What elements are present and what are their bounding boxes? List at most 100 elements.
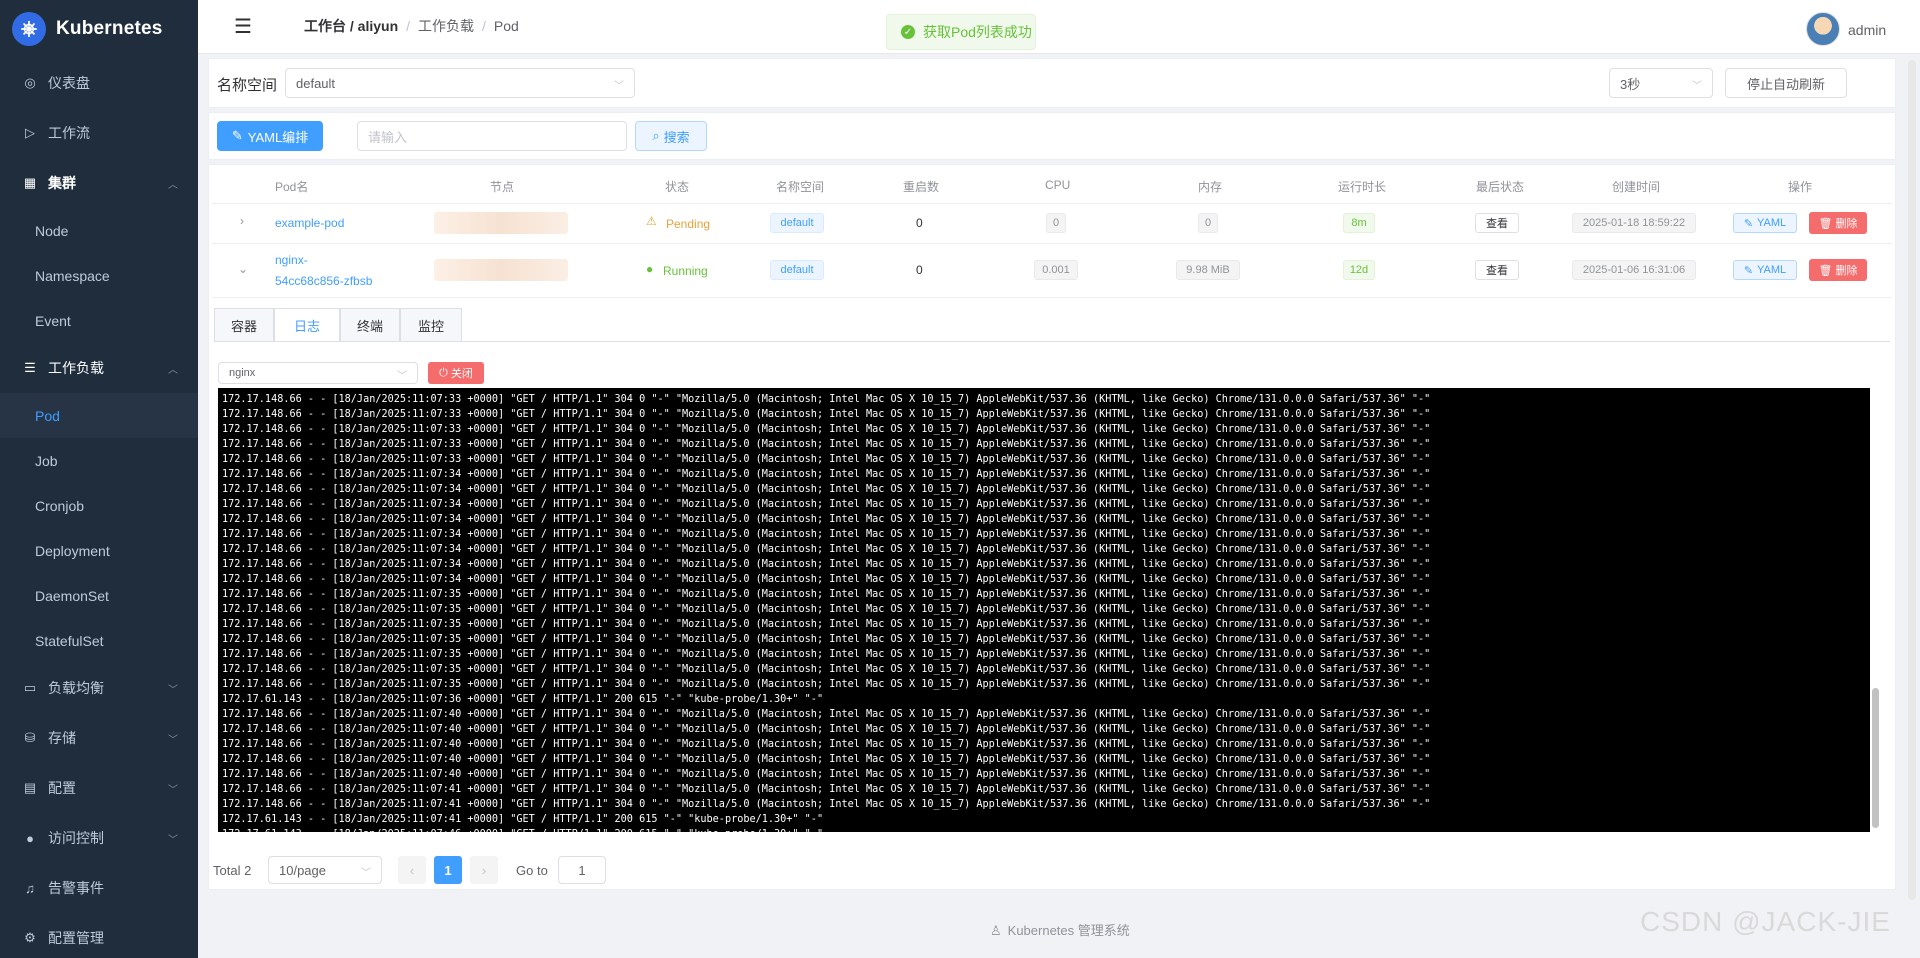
log-line: 172.17.148.66 - - [18/Jan/2025:11:07:41 … xyxy=(222,799,1431,810)
log-line: 172.17.148.66 - - [18/Jan/2025:11:07:35 … xyxy=(222,619,1431,630)
delete-label: 删除 xyxy=(1835,265,1858,277)
user-icon: ● xyxy=(26,830,34,846)
prev-page-button[interactable]: ‹ xyxy=(398,856,426,884)
namespace-label: 名称空间 xyxy=(217,77,278,94)
search-icon: ⌕ xyxy=(652,128,660,143)
log-line: 172.17.148.66 - - [18/Jan/2025:11:07:34 … xyxy=(222,484,1431,495)
log-line: 172.17.148.66 - - [18/Jan/2025:11:07:40 … xyxy=(222,739,1431,750)
filter-card: 名称空间 default ﹀ 3秒 ﹀ 停止自动刷新 xyxy=(208,58,1896,108)
sidebar-group-storage[interactable]: ⛁ 存储 ﹀ xyxy=(0,713,198,763)
sidebar-item-config-mgmt[interactable]: ⚙ 配置管理 xyxy=(0,913,198,958)
sidebar-item-statefulset[interactable]: StatefulSet xyxy=(0,618,198,663)
last-state-view-button[interactable]: 查看 xyxy=(1475,213,1519,233)
sidebar-item-dashboard[interactable]: ◎ 仪表盘 xyxy=(0,58,198,108)
yaml-label: YAML xyxy=(1757,264,1787,276)
power-icon: ⏻ xyxy=(439,366,448,379)
delete-button[interactable]: 🗑 删除 xyxy=(1809,259,1867,281)
username[interactable]: admin xyxy=(1848,22,1886,38)
tab-container[interactable]: 容器 xyxy=(214,308,274,342)
breadcrumb-item[interactable]: 工作台 / aliyun xyxy=(304,18,398,34)
tab-terminal[interactable]: 终端 xyxy=(340,308,400,342)
delete-label: 删除 xyxy=(1835,218,1858,230)
hamburger-icon[interactable]: ☰ xyxy=(234,14,252,39)
avatar[interactable] xyxy=(1806,12,1840,46)
log-scrollbar[interactable] xyxy=(1872,688,1879,828)
page-number-button[interactable]: 1 xyxy=(434,856,462,884)
goto-label: Go to xyxy=(516,863,548,878)
yaml-button[interactable]: ✎ YAML xyxy=(1733,213,1797,233)
logo[interactable]: ⎈ Kubernetes xyxy=(0,0,198,58)
log-line: 172.17.148.66 - - [18/Jan/2025:11:07:40 … xyxy=(222,724,1431,735)
log-line: 172.17.148.66 - - [18/Jan/2025:11:07:34 … xyxy=(222,514,1431,525)
bell-icon: ♫ xyxy=(25,880,35,896)
sidebar-item-deployment[interactable]: Deployment xyxy=(0,528,198,573)
breadcrumb-item[interactable]: 工作负载 xyxy=(418,18,474,34)
sidebar-item-event[interactable]: Event xyxy=(0,298,198,343)
sidebar-item-label: 告警事件 xyxy=(48,880,104,896)
top-navbar: ☰ 工作台 / aliyun / 工作负载 / Pod admin xyxy=(198,0,1920,54)
created-time-tag: 2025-01-06 16:31:06 xyxy=(1572,260,1696,280)
expand-row-icon[interactable]: › xyxy=(240,214,244,228)
pod-name-link[interactable]: nginx- xyxy=(275,253,308,267)
refresh-interval-select[interactable]: 3秒 ﹀ xyxy=(1609,68,1713,98)
sidebar-group-loadbalance[interactable]: ▭ 负载均衡 ﹀ xyxy=(0,663,198,713)
watermark: CSDN @JACK-JIE xyxy=(1640,906,1891,937)
column-header: 创建时间 xyxy=(1612,180,1661,194)
log-line: 172.17.148.66 - - [18/Jan/2025:11:07:33 … xyxy=(222,394,1431,405)
sidebar-item-workflow[interactable]: ▷ 工作流 xyxy=(0,108,198,158)
namespace-tag: default xyxy=(770,260,824,280)
log-output[interactable]: 172.17.148.66 - - [18/Jan/2025:11:07:33 … xyxy=(218,388,1870,832)
sidebar-group-config[interactable]: ▤ 配置 ﹀ xyxy=(0,763,198,813)
goto-page-input[interactable]: 1 xyxy=(558,856,606,884)
chevron-down-icon: ﹀ xyxy=(1692,81,1702,92)
pod-name-link[interactable]: example-pod xyxy=(275,216,344,230)
refresh-interval-value: 3秒 xyxy=(1620,76,1641,92)
next-page-button[interactable]: › xyxy=(470,856,498,884)
tab-logs[interactable]: 日志 xyxy=(274,308,340,342)
stop-auto-refresh-button[interactable]: 停止自动刷新 xyxy=(1725,68,1847,98)
sidebar-item-namespace[interactable]: Namespace xyxy=(0,253,198,298)
log-line: 172.17.148.66 - - [18/Jan/2025:11:07:35 … xyxy=(222,589,1431,600)
column-header: CPU xyxy=(1045,178,1071,192)
delete-button[interactable]: 🗑 删除 xyxy=(1809,212,1867,234)
app-name: Kubernetes xyxy=(56,18,163,39)
search-label: 搜索 xyxy=(663,129,690,145)
sidebar-item-label: 存储 xyxy=(48,730,76,746)
namespace-select[interactable]: default ﹀ xyxy=(285,68,635,98)
restart-count: 0 xyxy=(916,216,923,230)
sidebar-item-cronjob[interactable]: Cronjob xyxy=(0,483,198,528)
column-header: 重启数 xyxy=(903,180,940,194)
sidebar-item-label: 集群 xyxy=(48,175,76,191)
sidebar-group-cluster[interactable]: ▦ 集群 ︿ xyxy=(0,158,198,208)
search-input[interactable]: 请输入 xyxy=(357,121,627,151)
sidebar-item-job[interactable]: Job xyxy=(0,438,198,483)
close-log-button[interactable]: ⏻ 关闭 xyxy=(428,362,484,384)
tab-monitor[interactable]: 监控 xyxy=(400,308,462,342)
collapse-row-icon[interactable]: ⌄ xyxy=(238,262,248,276)
column-header: 最后状态 xyxy=(1476,180,1525,194)
sidebar-group-access[interactable]: ● 访问控制 ﹀ xyxy=(0,813,198,863)
yaml-compose-button[interactable]: ✎ YAML编排 xyxy=(217,121,323,151)
container-select-value: nginx xyxy=(229,367,256,379)
cpu-tag: 0 xyxy=(1046,213,1066,233)
pod-status: Running xyxy=(663,264,708,278)
chevron-up-icon: ︿ xyxy=(168,364,178,376)
column-header: 内存 xyxy=(1198,180,1223,194)
page-size-select[interactable]: 10/page ﹀ xyxy=(268,856,382,884)
search-button[interactable]: ⌕ 搜索 xyxy=(635,121,707,151)
pod-name-link[interactable]: 54cc68c856-zfbsb xyxy=(275,274,372,288)
sidebar-group-workload[interactable]: ☰ 工作负载 ︿ xyxy=(0,343,198,393)
container-select[interactable]: nginx ﹀ xyxy=(218,362,418,384)
yaml-button[interactable]: ✎ YAML xyxy=(1733,260,1797,280)
sidebar-item-node[interactable]: Node xyxy=(0,208,198,253)
last-state-view-button[interactable]: 查看 xyxy=(1475,260,1519,280)
log-line: 172.17.148.66 - - [18/Jan/2025:11:07:35 … xyxy=(222,649,1431,660)
column-header: 节点 xyxy=(490,180,515,194)
sidebar-item-pod[interactable]: Pod xyxy=(0,393,198,438)
page-scrollbar[interactable] xyxy=(1908,60,1916,900)
toast-message: 获取Pod列表成功 xyxy=(923,24,1032,40)
column-header: 运行时长 xyxy=(1338,180,1387,194)
sidebar-item-daemonset[interactable]: DaemonSet xyxy=(0,573,198,618)
log-line: 172.17.148.66 - - [18/Jan/2025:11:07:34 … xyxy=(222,529,1431,540)
sidebar-item-alert[interactable]: ♫ 告警事件 xyxy=(0,863,198,913)
